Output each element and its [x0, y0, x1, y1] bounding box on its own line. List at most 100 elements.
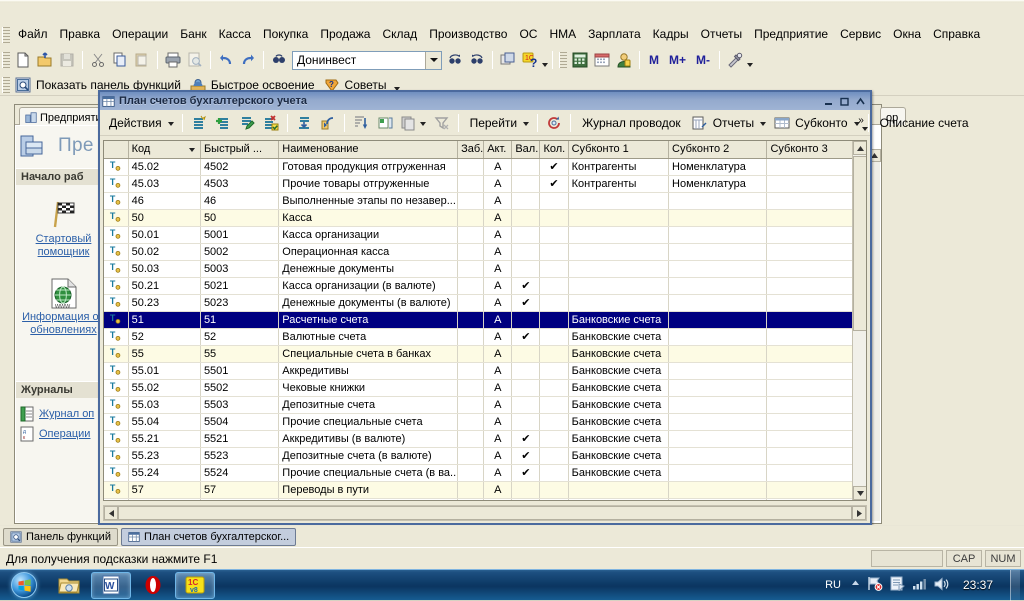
save-icon[interactable] [56, 49, 78, 71]
table-row[interactable]: T 55 55 Специальные счета в банках А Банковск… [104, 345, 866, 363]
column-header-s2[interactable]: Субконто 2 [668, 141, 768, 159]
delete-mark-icon[interactable] [259, 112, 283, 134]
column-header-quick[interactable]: Быстрый ... [200, 141, 280, 159]
move-to-group-icon[interactable] [316, 112, 340, 134]
table-row[interactable]: T 51 51 Расчетные счета А Банковские счета [104, 311, 866, 329]
table-row[interactable]: T 55.04 5504 Прочие специальные счета А Банко… [104, 413, 866, 431]
table-row[interactable]: T 50.01 5001 Касса организации А [104, 226, 866, 244]
filter-dropdown-arrow[interactable] [419, 121, 426, 126]
menu-item-operations[interactable]: Операции [106, 25, 174, 44]
paste-icon[interactable] [131, 49, 153, 71]
find-icon[interactable] [268, 49, 290, 71]
actions-dropdown-arrow[interactable] [167, 121, 174, 126]
menu-item-reports[interactable]: Отчеты [695, 25, 748, 44]
table-row[interactable]: T 45.02 4502 Готовая продукция отгруженная А… [104, 158, 866, 176]
table-row[interactable]: T 55.03 5503 Депозитные счета А Банковские сч… [104, 396, 866, 414]
grid-scroll-up-icon[interactable] [853, 141, 866, 155]
volume-icon[interactable] [934, 576, 950, 594]
operations-link[interactable]: Операции [39, 428, 90, 440]
postings-journal-button[interactable]: Журнал проводок [575, 112, 688, 134]
goto-dropdown-arrow[interactable] [523, 121, 530, 126]
table-row[interactable]: T 57 57 Переводы в пути А [104, 481, 866, 499]
menu-item-warehouse[interactable]: Склад [376, 25, 423, 44]
table-row[interactable]: T 50.23 5023 Денежные документы (в валюте) А… [104, 294, 866, 312]
find-next-icon[interactable] [444, 49, 466, 71]
operations-row[interactable]: дк Операции [16, 424, 111, 444]
menu-item-purchase[interactable]: Покупка [257, 25, 314, 44]
start-assistant-link[interactable]: Стартовый помощник [16, 233, 111, 259]
table-row[interactable]: T 55.02 5502 Чековые книжки А Банковские счет… [104, 379, 866, 397]
column-header-icon[interactable] [104, 141, 129, 159]
journal-operations-link[interactable]: Журнал оп [39, 408, 94, 420]
account-description-button[interactable]: Описание счета [873, 112, 976, 134]
taskbar-word[interactable]: W [91, 571, 131, 599]
toolbar-overflow-button[interactable]: » [854, 111, 868, 135]
table-row[interactable]: T 57.015701Переводы в пути А [104, 498, 866, 500]
show-hidden-icon[interactable] [851, 579, 860, 591]
clear-filter-icon[interactable] [430, 112, 454, 134]
print-preview-icon[interactable] [184, 49, 206, 71]
organization-combo[interactable]: Донинвест [292, 50, 442, 70]
table-row[interactable]: T 46 46 Выполненные этапы по незавер... А [104, 192, 866, 210]
set-period-icon[interactable] [292, 112, 316, 134]
edit-record-icon[interactable] [235, 112, 259, 134]
menu-item-hr[interactable]: Кадры [647, 25, 695, 44]
table-row[interactable]: T 50.03 5003 Денежные документы А [104, 260, 866, 278]
menu-gripper[interactable] [2, 26, 10, 43]
reports-dropdown-arrow[interactable] [760, 121, 767, 126]
taskbar-explorer[interactable] [49, 572, 89, 599]
menu-item-enterprise[interactable]: Предприятие [748, 25, 834, 44]
tools-icon[interactable] [724, 49, 746, 71]
table-row[interactable]: T 50 50 Касса А [104, 209, 866, 227]
print-icon[interactable] [162, 49, 184, 71]
undo-icon[interactable] [215, 49, 237, 71]
show-desktop-button[interactable] [1010, 569, 1020, 601]
tools-dropdown-arrow[interactable] [747, 63, 754, 67]
menu-item-file[interactable]: Файл [12, 25, 54, 44]
network-error-icon[interactable] [867, 576, 883, 594]
new-icon[interactable] [12, 49, 34, 71]
window-titlebar[interactable]: План счетов бухгалтерского учета [100, 92, 870, 110]
action-center-icon[interactable] [890, 576, 905, 594]
table-row[interactable]: T 50.02 5002 Операционная касса А [104, 243, 866, 261]
column-header-code[interactable]: Код [128, 141, 201, 159]
chevron-down-icon[interactable] [425, 51, 441, 69]
hierarchy-icon[interactable] [373, 112, 397, 134]
sort-icon[interactable] [349, 112, 373, 134]
taskbar-1c[interactable]: 1C v8 [175, 571, 215, 599]
column-header-s3[interactable]: Субконто 3 [766, 141, 866, 159]
menu-item-nma[interactable]: НМА [543, 25, 582, 44]
grid-scroll-down-icon[interactable] [853, 486, 866, 500]
taskbar-opera[interactable] [133, 572, 173, 599]
table-row[interactable]: T 55.01 5501 Аккредитивы А Банковские счета [104, 362, 866, 380]
table-row[interactable]: T 55.23 5523 Депозитные счета (в валюте) А ✔ Б… [104, 447, 866, 465]
table-row[interactable]: T 55.21 5521 Аккредитивы (в валюте) А ✔ Банков… [104, 430, 866, 448]
actions-menu[interactable]: Действия [102, 112, 178, 134]
toolbar-gripper[interactable] [2, 52, 10, 68]
updates-info-link[interactable]: Информация об обновлениях [16, 311, 111, 337]
menu-item-service[interactable]: Сервис [834, 25, 887, 44]
menu-item-edit[interactable]: Правка [54, 25, 107, 44]
table-row[interactable]: T 55.24 5524 Прочие специальные счета (в ва… [104, 464, 866, 482]
menu-item-os[interactable]: ОС [513, 25, 543, 44]
column-header-akt[interactable]: Акт. [483, 141, 513, 159]
journal-operations-row[interactable]: Журнал оп [16, 404, 111, 424]
filter-list-icon[interactable] [397, 112, 430, 134]
memory-recall-button[interactable]: M [644, 49, 664, 71]
refresh-icon[interactable] [542, 112, 566, 134]
grid-scroll-right-icon[interactable] [852, 506, 866, 520]
table-row[interactable]: T 45.03 4503 Прочие товары отгруженные А ✔ Кон… [104, 175, 866, 193]
help-dropdown-arrow[interactable] [542, 63, 548, 67]
language-indicator[interactable]: RU [822, 579, 844, 591]
table-row[interactable]: T 52 52 Валютные счета А ✔ Банковские счета [104, 328, 866, 346]
help-button[interactable]: 1C? [519, 49, 548, 71]
grid-vertical-scrollbar[interactable] [852, 141, 866, 500]
close-button[interactable] [853, 94, 868, 108]
cut-icon[interactable] [87, 49, 109, 71]
functions-toolbar-gripper[interactable] [2, 76, 10, 93]
signal-icon[interactable] [912, 577, 927, 593]
redo-icon[interactable] [237, 49, 259, 71]
taskbar-clock[interactable]: 23:37 [957, 578, 999, 592]
grid-scroll-thumb[interactable] [853, 156, 866, 331]
minimize-button[interactable] [821, 94, 836, 108]
